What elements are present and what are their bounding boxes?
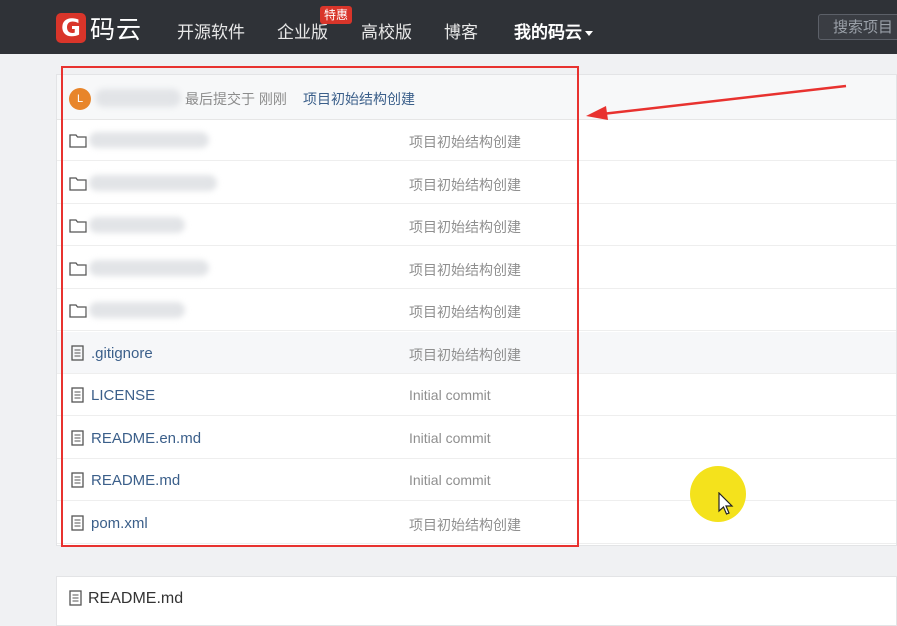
commit-meta: 最后提交于 刚刚 <box>185 91 287 107</box>
file-row[interactable]: pom.xml 项目初始结构创建 <box>57 502 896 544</box>
latest-commit-bar: L 最后提交于 刚刚 项目初始结构创建 <box>57 75 896 120</box>
redacted-author <box>95 89 181 107</box>
nav-my-gitee[interactable]: 我的码云 <box>514 18 593 43</box>
promo-badge: 特惠 <box>320 6 353 24</box>
last-commit-message[interactable]: 项目初始结构创建 <box>409 302 521 322</box>
last-commit-message[interactable]: 项目初始结构创建 <box>409 217 521 237</box>
folder-icon <box>69 304 87 318</box>
readme-title: README.md <box>88 590 184 607</box>
last-commit-message[interactable]: Initial commit <box>409 430 491 446</box>
folder-row[interactable]: 项目初始结构创建 <box>57 289 896 331</box>
file-name-link[interactable]: pom.xml <box>91 515 148 532</box>
nav-blog[interactable]: 博客 <box>444 18 478 43</box>
redacted-folder-name <box>89 259 209 276</box>
file-name-link[interactable]: README.md <box>91 472 180 489</box>
last-commit-message[interactable]: Initial commit <box>409 472 491 488</box>
file-icon <box>71 387 84 403</box>
file-row[interactable]: README.md Initial commit <box>57 459 896 501</box>
avatar[interactable]: L <box>69 88 91 110</box>
folder-icon <box>69 261 87 276</box>
file-icon <box>71 429 84 446</box>
readme-panel: README.md <box>56 576 897 626</box>
file-icon <box>71 514 84 531</box>
folder-row[interactable]: 项目初始结构创建 <box>57 204 896 246</box>
redacted-folder-name <box>89 302 185 318</box>
file-name-link[interactable]: .gitignore <box>91 345 153 362</box>
folder-row[interactable]: 项目初始结构创建 <box>57 162 896 204</box>
folder-icon <box>69 219 87 233</box>
logo-text: 码云 <box>90 16 143 44</box>
file-name-link[interactable]: README.en.md <box>91 430 201 447</box>
logo[interactable]: G 码云 <box>56 12 142 44</box>
logo-icon: G <box>56 13 86 43</box>
folder-icon <box>69 176 87 191</box>
file-name-link[interactable]: LICENSE <box>91 387 155 404</box>
nav-my-gitee-label: 我的码云 <box>514 23 582 42</box>
redacted-folder-name <box>89 217 185 233</box>
commit-message-link[interactable]: 项目初始结构创建 <box>303 89 415 109</box>
chevron-down-icon <box>585 31 593 37</box>
search-input[interactable]: 搜索项目 <box>818 14 897 40</box>
file-icon <box>69 590 82 606</box>
last-commit-message[interactable]: 项目初始结构创建 <box>409 132 521 152</box>
file-list-panel: L 最后提交于 刚刚 项目初始结构创建 项目初始结构创建 项目初始结构创建 项目初始… <box>56 74 897 546</box>
last-commit-message[interactable]: 项目初始结构创建 <box>409 515 521 535</box>
folder-icon <box>69 134 87 148</box>
file-row[interactable]: README.en.md Initial commit <box>57 417 896 459</box>
file-icon <box>71 472 84 488</box>
nav-education[interactable]: 高校版 <box>361 18 412 43</box>
last-commit-message[interactable]: 项目初始结构创建 <box>409 260 521 280</box>
last-commit-message[interactable]: 项目初始结构创建 <box>409 175 521 195</box>
file-icon <box>71 344 84 361</box>
folder-row[interactable]: 项目初始结构创建 <box>57 119 896 161</box>
mouse-cursor-icon <box>718 492 734 515</box>
file-row[interactable]: LICENSE Initial commit <box>57 374 896 416</box>
redacted-folder-name <box>89 132 209 148</box>
file-row[interactable]: .gitignore 项目初始结构创建 <box>57 331 896 374</box>
last-commit-message[interactable]: 项目初始结构创建 <box>409 345 521 365</box>
last-commit-message[interactable]: Initial commit <box>409 387 491 403</box>
nav-open-source[interactable]: 开源软件 <box>177 18 245 43</box>
folder-row[interactable]: 项目初始结构创建 <box>57 247 896 289</box>
redacted-folder-name <box>89 174 217 191</box>
top-navbar: G 码云 开源软件 企业版 特惠 高校版 博客 我的码云 搜索项目 <box>0 0 897 54</box>
